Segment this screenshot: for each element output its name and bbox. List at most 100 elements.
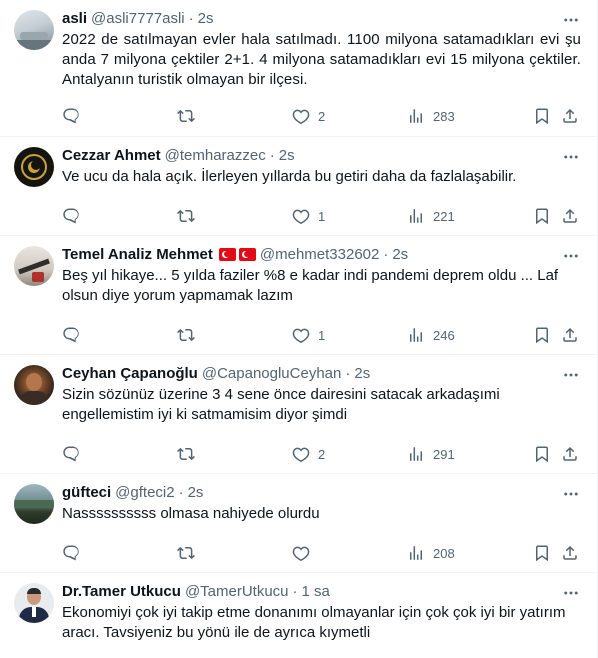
display-name[interactable]: Dr.Tamer Utkucu — [62, 583, 181, 600]
more-options-button[interactable] — [561, 365, 581, 385]
avatar[interactable] — [14, 147, 54, 187]
reply-button[interactable] — [62, 207, 177, 225]
more-options-button[interactable] — [561, 147, 581, 167]
tweet[interactable]: Temel Analiz Mehmet @mehmet332602 · 2s B… — [0, 236, 597, 355]
timestamp[interactable]: 2s — [279, 147, 295, 164]
like-count: 1 — [318, 208, 326, 224]
views-button[interactable]: 246 — [407, 326, 533, 344]
bookmark-button[interactable] — [533, 326, 561, 344]
retweet-button[interactable] — [177, 107, 292, 125]
retweet-button[interactable] — [177, 445, 292, 463]
tweet[interactable]: asli @asli7777asli · 2s 2022 de satılmay… — [0, 0, 597, 137]
share-button[interactable] — [561, 207, 581, 225]
more-horizontal-icon — [564, 591, 578, 595]
tweet-header: Temel Analiz Mehmet @mehmet332602 · 2s — [62, 244, 581, 264]
share-button[interactable] — [561, 326, 581, 344]
user-handle[interactable]: @temharazzec — [165, 147, 266, 164]
more-options-button[interactable] — [561, 484, 581, 504]
user-handle[interactable]: @asli7777asli — [91, 10, 185, 27]
views-button[interactable]: 283 — [407, 107, 533, 125]
timestamp[interactable]: 2s — [392, 246, 408, 263]
avatar[interactable] — [14, 10, 54, 50]
tweet-text: Sizin sözünüz üzerine 3 4 sene önce dair… — [62, 386, 500, 423]
avatar[interactable] — [14, 484, 54, 524]
reply-feed: asli @asli7777asli · 2s 2022 de satılmay… — [0, 0, 598, 658]
avatar[interactable] — [14, 246, 54, 286]
retweet-button[interactable] — [177, 326, 292, 344]
display-name[interactable]: Cezzar Ahmet — [62, 147, 161, 164]
separator-dot: · — [292, 582, 298, 600]
tweet[interactable]: Dr.Tamer Utkucu @TamerUtkucu · 1 sa Ekon… — [0, 573, 597, 658]
tweet[interactable]: Cezzar Ahmet @temharazzec · 2s Ve ucu da… — [0, 137, 597, 236]
reply-icon — [63, 327, 79, 343]
like-button[interactable]: 1 — [292, 207, 407, 225]
bookmark-icon — [536, 446, 548, 463]
more-options-button[interactable] — [561, 246, 581, 266]
timestamp[interactable]: 1 sa — [302, 583, 330, 600]
bookmark-button[interactable] — [533, 544, 561, 562]
like-button[interactable]: 2 — [292, 107, 407, 125]
reply-button[interactable] — [62, 544, 177, 562]
reply-icon — [63, 446, 79, 462]
share-button[interactable] — [561, 445, 581, 463]
views-button[interactable]: 291 — [407, 445, 533, 463]
user-handle[interactable]: @CapanogluCeyhan — [202, 365, 342, 382]
separator-dot: · — [345, 364, 351, 382]
bookmark-button[interactable] — [533, 445, 561, 463]
bookmark-icon — [536, 545, 548, 562]
more-options-button[interactable] — [561, 10, 581, 30]
view-count: 283 — [433, 108, 455, 124]
views-button[interactable]: 221 — [407, 207, 533, 225]
avatar[interactable] — [14, 365, 54, 405]
bookmark-icon — [536, 108, 548, 125]
like-button[interactable] — [292, 544, 407, 562]
timestamp[interactable]: 2s — [354, 365, 370, 382]
share-icon — [563, 327, 577, 342]
timestamp[interactable]: 2s — [198, 10, 214, 27]
more-options-button[interactable] — [561, 583, 581, 603]
like-count: 2 — [318, 108, 326, 124]
avatar[interactable] — [14, 583, 54, 623]
reply-button[interactable] — [62, 445, 177, 463]
turkey-flag-icon — [238, 247, 256, 261]
bookmark-icon — [536, 327, 548, 344]
user-handle[interactable]: @gfteci2 — [115, 484, 174, 501]
tweet-text: Nassssssssss olmasa nahiyede olurdu — [62, 505, 320, 522]
tweet[interactable]: güfteci @gfteci2 · 2s Nassssssssss olmas… — [0, 474, 597, 573]
tweet-header: Cezzar Ahmet @temharazzec · 2s — [62, 145, 581, 165]
like-count: 2 — [318, 446, 326, 462]
retweet-icon — [177, 328, 195, 342]
tweet-actions: 2 283 — [62, 96, 581, 136]
share-button[interactable] — [561, 107, 581, 125]
retweet-button[interactable] — [177, 207, 292, 225]
retweet-icon — [177, 447, 195, 461]
reply-icon — [63, 108, 79, 124]
like-button[interactable]: 1 — [292, 326, 407, 344]
heart-icon — [292, 209, 310, 225]
reply-button[interactable] — [62, 326, 177, 344]
retweet-button[interactable] — [177, 544, 292, 562]
timestamp[interactable]: 2s — [188, 484, 204, 501]
view-count: 291 — [433, 446, 455, 462]
tweet-header: güfteci @gfteci2 · 2s — [62, 482, 581, 502]
share-button[interactable] — [561, 544, 581, 562]
reply-icon — [63, 208, 79, 224]
heart-icon — [292, 109, 310, 125]
tweet[interactable]: Ceyhan Çapanoğlu @CapanogluCeyhan · 2s S… — [0, 355, 597, 474]
retweet-icon — [177, 209, 195, 223]
user-handle[interactable]: @TamerUtkucu — [185, 583, 289, 600]
share-icon — [563, 545, 577, 560]
display-name[interactable]: Ceyhan Çapanoğlu — [62, 365, 198, 382]
reply-button[interactable] — [62, 107, 177, 125]
views-button[interactable]: 208 — [407, 544, 533, 562]
bookmark-button[interactable] — [533, 107, 561, 125]
display-name[interactable]: asli — [62, 10, 87, 27]
more-horizontal-icon — [564, 155, 578, 159]
bookmark-icon — [536, 208, 548, 225]
user-handle[interactable]: @mehmet332602 — [260, 246, 379, 263]
display-name[interactable]: güfteci — [62, 484, 111, 501]
like-button[interactable]: 2 — [292, 445, 407, 463]
display-name[interactable]: Temel Analiz Mehmet — [62, 246, 213, 263]
share-icon — [563, 446, 577, 461]
bookmark-button[interactable] — [533, 207, 561, 225]
